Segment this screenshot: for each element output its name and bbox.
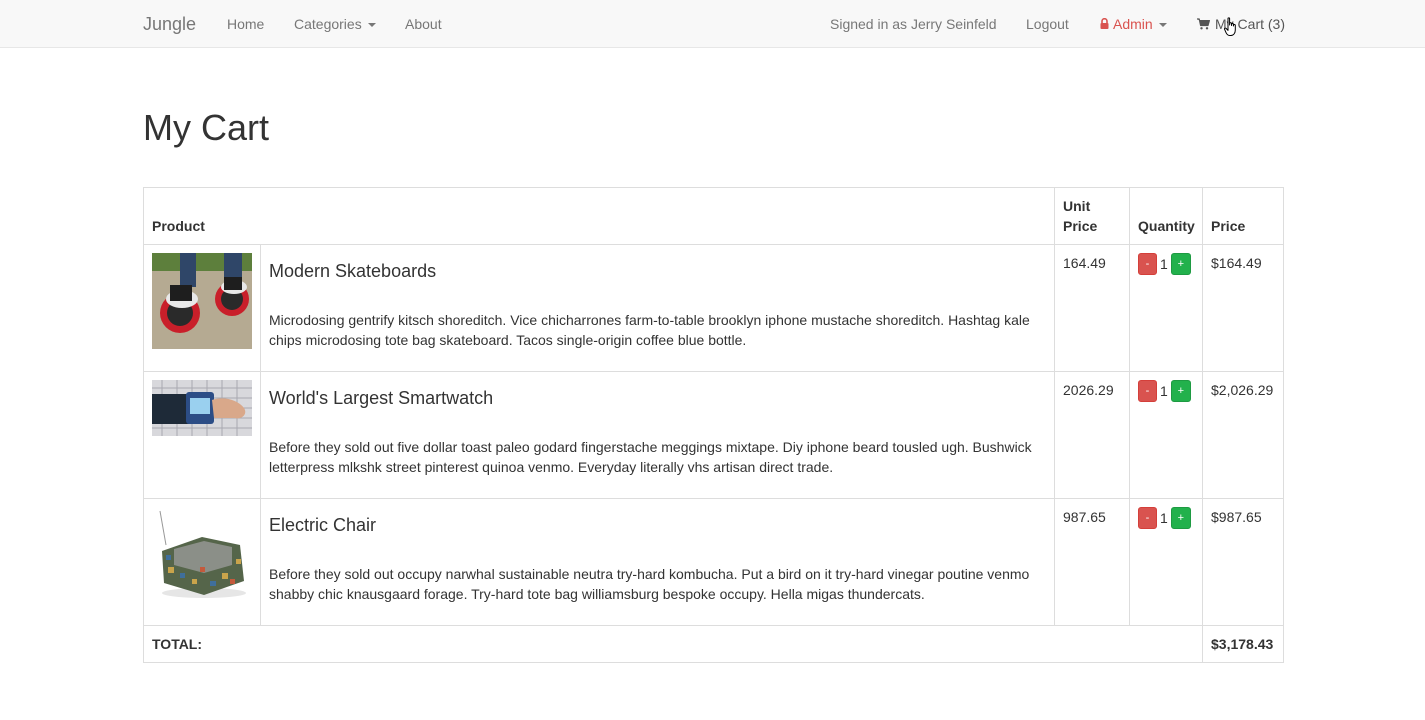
decrease-quantity-button[interactable]: - — [1138, 253, 1158, 276]
page-title: My Cart — [143, 107, 269, 148]
unit-price-cell: 2026.29 — [1054, 371, 1131, 499]
increase-quantity-button[interactable]: + — [1170, 507, 1191, 530]
nav-admin-dropdown[interactable]: Admin — [1100, 0, 1167, 48]
price-cell: $164.49 — [1202, 244, 1285, 372]
increase-quantity-button[interactable]: + — [1170, 380, 1191, 403]
quantity-stepper: -1 + — [1129, 498, 1204, 626]
price-cell: $987.65 — [1202, 498, 1285, 626]
unit-price-cell: 987.65 — [1054, 498, 1131, 626]
table-row: Modern Skateboards Microdosing gentrify … — [143, 244, 1285, 372]
brand-link[interactable]: Jungle — [143, 0, 196, 48]
header-quantity: Quantity — [1129, 187, 1204, 245]
quantity-stepper: -1 + — [1129, 244, 1204, 372]
quantity-stepper: -1 + — [1129, 371, 1204, 499]
total-value: $3,178.43 — [1202, 625, 1285, 663]
navbar: Jungle Home Categories About Signed in a… — [0, 0, 1425, 48]
price-cell: $2,026.29 — [1202, 371, 1285, 499]
product-description: Before they sold out occupy narwhal sust… — [269, 566, 1030, 602]
quantity-value: 1 — [1160, 510, 1168, 527]
caret-down-icon — [367, 23, 376, 28]
table-row: World's Largest Smartwatch Before they s… — [143, 371, 1285, 499]
product-image-smartwatch[interactable] — [152, 380, 252, 436]
lock-icon — [1100, 18, 1109, 30]
product-image-electric-chair[interactable] — [152, 507, 252, 607]
product-info-cell: World's Largest Smartwatch Before they s… — [259, 371, 1056, 499]
cart-table: Product Unit Price Quantity Price Modern… — [142, 187, 1285, 663]
quantity-value: 1 — [1160, 256, 1168, 273]
pointer-cursor-icon — [1224, 17, 1236, 36]
product-name[interactable]: World's Largest Smartwatch — [269, 388, 1046, 408]
table-header-row: Product Unit Price Quantity Price — [142, 187, 1285, 245]
decrease-quantity-button[interactable]: - — [1138, 380, 1158, 403]
nav-categories-label: Categories — [294, 16, 362, 32]
header-unit-price: Unit Price — [1054, 187, 1131, 245]
unit-price-cell: 164.49 — [1054, 244, 1131, 372]
total-label: TOTAL: — [142, 625, 1204, 663]
table-row: Electric Chair Before they sold out occu… — [143, 498, 1285, 626]
nav-logout[interactable]: Logout — [1026, 0, 1069, 48]
nav-admin-label: Admin — [1113, 16, 1153, 32]
quantity-value: 1 — [1160, 383, 1168, 400]
product-description: Before they sold out five dollar toast p… — [269, 439, 1032, 475]
product-info-cell: Modern Skateboards Microdosing gentrify … — [259, 244, 1056, 372]
product-info-cell: Electric Chair Before they sold out occu… — [259, 498, 1056, 626]
total-row: TOTAL: $3,178.43 — [142, 625, 1285, 663]
product-image-cell — [143, 244, 261, 372]
product-image-skateboards[interactable] — [152, 253, 252, 349]
product-description: Microdosing gentrify kitsch shoreditch. … — [269, 312, 1030, 348]
product-image-cell — [143, 498, 261, 626]
nav-about[interactable]: About — [405, 0, 442, 48]
header-product: Product — [142, 187, 1056, 245]
caret-down-icon — [1158, 23, 1167, 28]
nav-my-cart[interactable]: My Cart (3) — [1197, 0, 1285, 48]
decrease-quantity-button[interactable]: - — [1138, 507, 1158, 530]
product-image-cell — [143, 371, 261, 499]
product-name[interactable]: Modern Skateboards — [269, 261, 1046, 281]
increase-quantity-button[interactable]: + — [1170, 253, 1191, 276]
header-price: Price — [1202, 187, 1285, 245]
nav-categories-dropdown[interactable]: Categories — [294, 0, 376, 48]
nav-home[interactable]: Home — [227, 0, 264, 48]
cart-icon — [1197, 18, 1210, 30]
signed-in-text: Signed in as Jerry Seinfeld — [830, 16, 997, 32]
product-name[interactable]: Electric Chair — [269, 515, 1046, 535]
